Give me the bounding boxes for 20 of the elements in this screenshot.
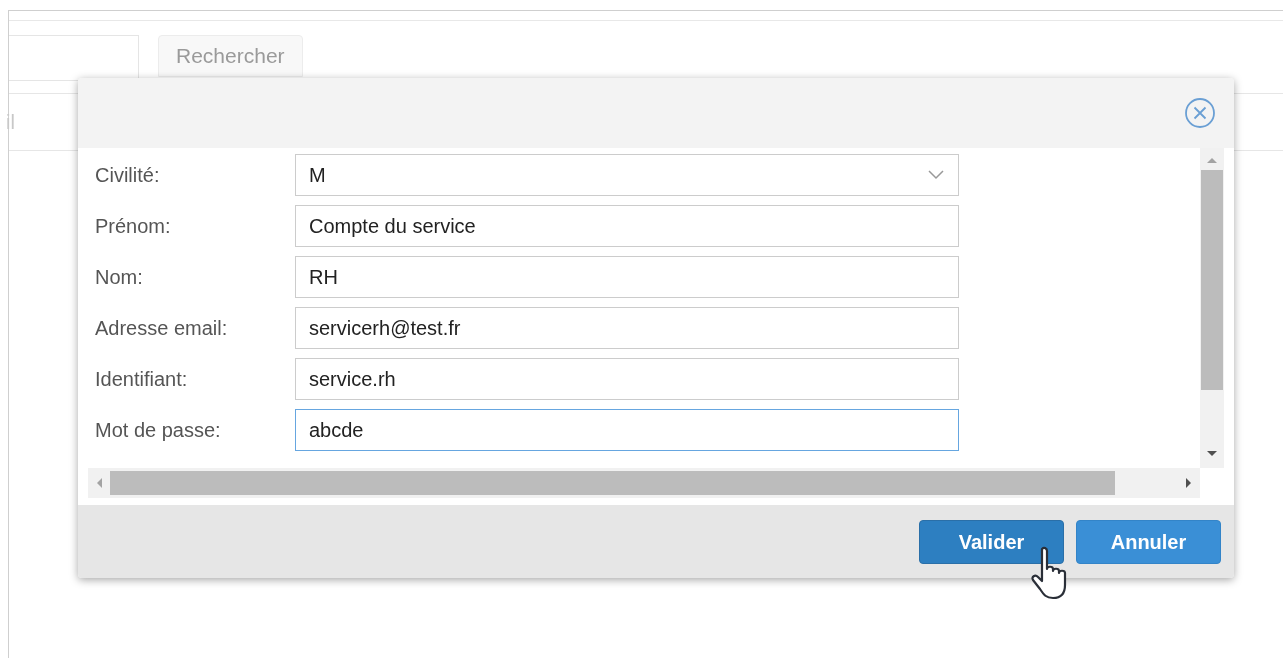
close-icon[interactable] bbox=[1184, 97, 1216, 129]
horizontal-scrollbar[interactable] bbox=[88, 468, 1200, 498]
field-label: Mot de passe: bbox=[94, 418, 222, 443]
field-label: Nom: bbox=[94, 265, 144, 290]
field-label: Prénom: bbox=[94, 214, 172, 239]
input-field[interactable]: Compte du service bbox=[295, 205, 959, 247]
input-field[interactable]: RH bbox=[295, 256, 959, 298]
scrollbar-thumb[interactable] bbox=[110, 471, 1115, 495]
input-field[interactable]: abcde bbox=[295, 409, 959, 451]
input-field[interactable]: servicerh@test.fr bbox=[295, 307, 959, 349]
field-label: Adresse email: bbox=[94, 316, 229, 341]
vertical-scrollbar[interactable] bbox=[1200, 148, 1224, 468]
validate-button[interactable]: Valider bbox=[919, 519, 1064, 564]
select-field[interactable]: M bbox=[295, 154, 959, 196]
input-field[interactable]: service.rh bbox=[295, 358, 959, 400]
search-field[interactable] bbox=[9, 35, 139, 81]
field-label: Identifiant: bbox=[94, 367, 189, 392]
chevron-down-icon bbox=[928, 170, 944, 180]
field-label: Civilité: bbox=[94, 163, 161, 188]
scrollbar-thumb[interactable] bbox=[1201, 170, 1223, 390]
